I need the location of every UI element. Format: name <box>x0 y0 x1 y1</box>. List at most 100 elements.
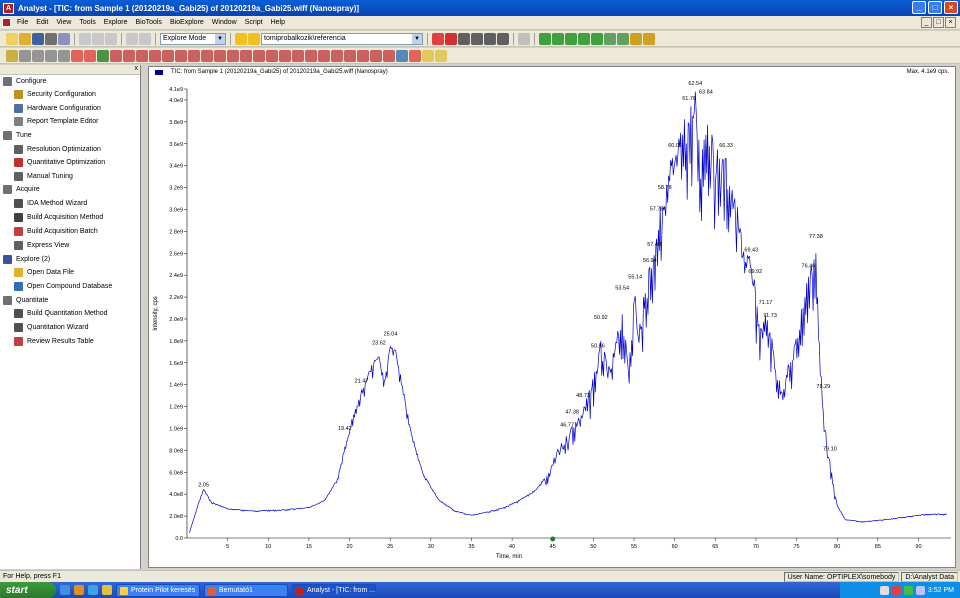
menu-bioexplore[interactable]: BioExplore <box>166 19 208 26</box>
firefox-icon[interactable] <box>74 585 84 595</box>
tile-vertical-icon[interactable] <box>484 32 496 45</box>
document-icon[interactable] <box>2 18 11 27</box>
network-icon[interactable] <box>879 585 889 595</box>
nav-section-quantitate[interactable]: Quantitate <box>3 296 48 305</box>
smooth-icon[interactable] <box>227 49 239 62</box>
ie-icon[interactable] <box>60 585 70 595</box>
centroid-icon[interactable] <box>266 49 278 62</box>
redo-icon[interactable] <box>139 32 151 45</box>
maximize-button[interactable]: □ <box>928 1 942 14</box>
folder-icon[interactable] <box>102 585 112 595</box>
analyst-app-icon[interactable]: A <box>3 2 14 14</box>
xic-icon[interactable] <box>149 49 161 62</box>
tile-grid-icon[interactable] <box>497 32 509 45</box>
prev-period-icon[interactable] <box>71 49 83 62</box>
task-analyst[interactable]: Analyst - [TIC: from ... <box>292 583 376 597</box>
menu-help[interactable]: Help <box>267 19 289 26</box>
open-folder-icon[interactable] <box>19 32 31 45</box>
menu-biotools[interactable]: BioTools <box>131 19 165 26</box>
pen-tool-2-icon[interactable] <box>552 32 564 45</box>
dad-icon[interactable] <box>162 49 174 62</box>
minimize-button[interactable]: _ <box>912 1 926 14</box>
menu-tools[interactable]: Tools <box>75 19 99 26</box>
menu-explore[interactable]: Explore <box>100 19 132 26</box>
table-icon[interactable] <box>604 32 616 45</box>
highlight-icon[interactable] <box>422 49 434 62</box>
nav-item-ida-method-wizard[interactable]: IDA Method Wizard <box>14 199 87 208</box>
last-sample-icon[interactable] <box>58 49 70 62</box>
pen-tool-3-icon[interactable] <box>565 32 577 45</box>
nav-item-security-configuration[interactable]: Security Configuration <box>14 90 96 99</box>
nav-section-explore[interactable]: Explore (2) <box>3 255 50 264</box>
threshold-icon[interactable] <box>240 49 252 62</box>
pen-tool-5-icon[interactable] <box>591 32 603 45</box>
cursor-marker-icon[interactable] <box>550 536 556 542</box>
nav-section-tune[interactable]: Tune <box>3 131 32 140</box>
title-bar[interactable]: A Analyst - [TIC: from Sample 1 (2012021… <box>0 0 960 16</box>
adc-icon[interactable] <box>175 49 187 62</box>
tic-chart[interactable]: 0.0 2.0e8 4.0e8 6.0e8 8.0e8 1.0e9 1.2e9 1.4e9 1.… <box>149 77 955 567</box>
child-restore-button[interactable]: □ <box>933 17 944 28</box>
filter-icon[interactable] <box>409 49 421 62</box>
show-desktop-icon[interactable] <box>88 585 98 595</box>
nav-item-review-results-table[interactable]: Review Results Table <box>14 337 94 346</box>
lock-icon[interactable] <box>518 32 530 45</box>
show-tic-icon[interactable] <box>97 49 109 62</box>
export-icon[interactable] <box>643 32 655 45</box>
save-icon[interactable] <box>32 32 44 45</box>
scale-icon[interactable] <box>383 49 395 62</box>
nav-section-configure[interactable]: Configure <box>3 77 46 86</box>
nav-item-manual-tuning[interactable]: Manual Tuning <box>14 172 73 181</box>
project-select[interactable]: tomiprobalkozik\referencia ▼ <box>261 32 423 45</box>
close-button[interactable]: × <box>944 1 958 14</box>
cut-icon[interactable] <box>79 32 91 45</box>
nav-item-report-template-editor[interactable]: Report Template Editor <box>14 117 98 126</box>
pen-tool-icon[interactable] <box>539 32 551 45</box>
nav-item-hardware-configuration[interactable]: Hardware Configuration <box>14 104 101 113</box>
bpc-icon[interactable] <box>136 49 148 62</box>
child-minimize-button[interactable]: _ <box>921 17 932 28</box>
tile-horizontal-icon[interactable] <box>471 32 483 45</box>
chevron-down-icon[interactable]: ▼ <box>412 33 422 44</box>
nav-item-express-view[interactable]: Express View <box>14 241 69 250</box>
noise-filter-icon[interactable] <box>279 49 291 62</box>
zoom-icon[interactable] <box>305 49 317 62</box>
extract-ion-icon[interactable] <box>110 49 122 62</box>
pen-tool-4-icon[interactable] <box>578 32 590 45</box>
nav-section-acquire[interactable]: Acquire <box>3 185 40 194</box>
label-icon[interactable] <box>331 49 343 62</box>
nav-item-build-acquisition-batch[interactable]: Build Acquisition Batch <box>14 227 98 236</box>
nav-item-resolution-optimization[interactable]: Resolution Optimization <box>14 145 101 154</box>
print-preview-icon[interactable] <box>58 32 70 45</box>
new-file-icon[interactable] <box>6 32 18 45</box>
copy-icon[interactable] <box>92 32 104 45</box>
first-sample-icon[interactable] <box>19 49 31 62</box>
child-close-button[interactable]: × <box>945 17 956 28</box>
volume-icon[interactable] <box>915 585 925 595</box>
nav-item-build-quantitation-method[interactable]: Build Quantitation Method <box>14 309 108 318</box>
open-sample-icon[interactable] <box>6 49 18 62</box>
close-x-icon[interactable] <box>445 32 457 45</box>
calculator-icon[interactable] <box>617 32 629 45</box>
nav-item-open-compound-database[interactable]: Open Compound Database <box>14 282 112 291</box>
menu-file[interactable]: File <box>13 19 32 26</box>
menu-edit[interactable]: Edit <box>32 19 52 26</box>
start-button[interactable]: start <box>0 582 56 598</box>
tic-plot-window[interactable]: TIC: from Sample 1 (20120219a_Gabi25) of… <box>148 66 956 568</box>
security-icon[interactable] <box>891 585 901 595</box>
menu-script[interactable]: Script <box>241 19 267 26</box>
subtract-icon[interactable] <box>214 49 226 62</box>
stop-icon[interactable] <box>432 32 444 45</box>
paste-icon[interactable] <box>105 32 117 45</box>
database-icon[interactable] <box>396 49 408 62</box>
menu-window[interactable]: Window <box>208 19 241 26</box>
navigation-close-icon[interactable]: x <box>135 65 139 72</box>
sum-icon[interactable] <box>201 49 213 62</box>
task-bemutato1[interactable]: Bemutató1 <box>204 583 288 597</box>
normalize-icon[interactable] <box>318 49 330 62</box>
show-spectrum-icon[interactable] <box>123 49 135 62</box>
nav-item-quantitation-wizard[interactable]: Quantitation Wizard <box>14 323 88 332</box>
peak-list-icon[interactable] <box>292 49 304 62</box>
project-root-icon[interactable] <box>248 32 260 45</box>
overlay-icon[interactable] <box>188 49 200 62</box>
